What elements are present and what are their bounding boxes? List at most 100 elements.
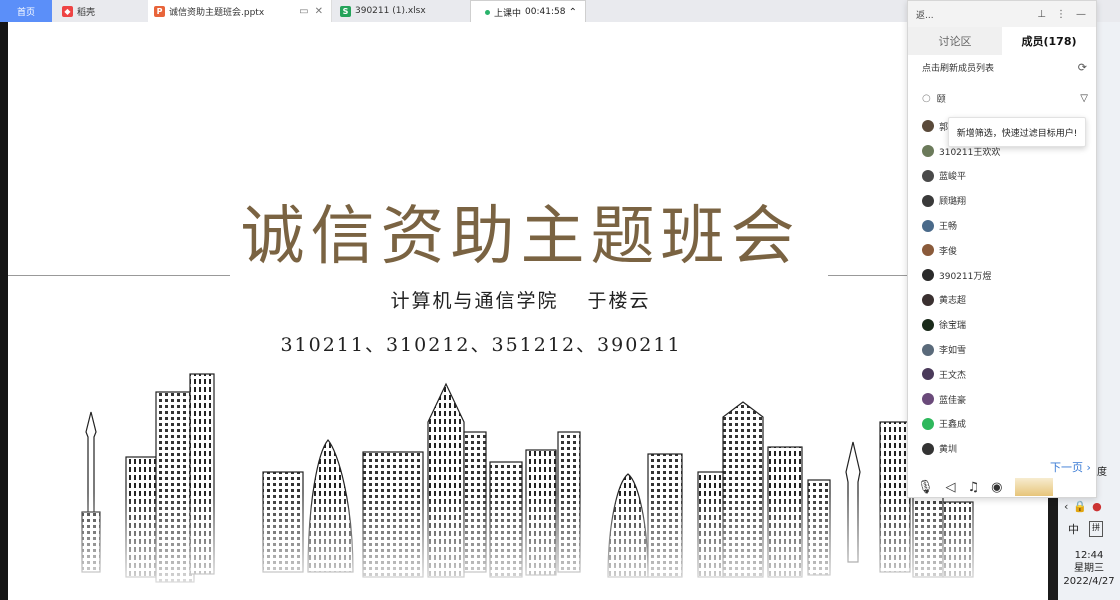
slide: 诚信资助主题班会 计算机与通信学院 于楼云 310211、310212、3512…: [8, 22, 1048, 600]
member-row[interactable]: 徐宝瑞: [922, 312, 1088, 337]
chevron-up-icon[interactable]: ⌃: [569, 7, 577, 18]
member-row[interactable]: 李俊: [922, 238, 1088, 263]
back-button[interactable]: 返...: [916, 8, 934, 21]
slide-classes: 310211、310212、351212、390211: [280, 334, 682, 356]
avatar: [922, 442, 934, 455]
tab-daoke[interactable]: ◆ 稻壳: [56, 0, 146, 22]
member-row[interactable]: 顾璐翔: [922, 188, 1088, 213]
system-clock[interactable]: 12:44 星期三 2022/4/27: [1058, 549, 1120, 588]
member-name: 黄圳: [939, 445, 958, 456]
avatar: [922, 318, 934, 331]
daoke-icon: ◆: [62, 5, 73, 17]
member-name: 徐宝瑞: [939, 321, 967, 332]
avatar: [922, 244, 934, 257]
monitor-icon[interactable]: ▭: [299, 6, 308, 17]
class-timer: 00:41:58: [525, 7, 566, 17]
member-name: 李俊: [939, 246, 958, 257]
next-page-link[interactable]: 下一页 ›: [1050, 459, 1091, 475]
member-name: 黄志超: [939, 296, 967, 307]
more-icon[interactable]: ⋮: [1056, 9, 1066, 20]
avatar: [922, 219, 934, 232]
member-row[interactable]: 李如雪: [922, 337, 1088, 362]
city-skyline-illustration: [8, 362, 1048, 600]
input-method[interactable]: 中 拼: [1068, 521, 1103, 537]
member-row[interactable]: 王文杰: [922, 362, 1088, 387]
avatar: [922, 343, 934, 356]
member-name: 李如雪: [939, 346, 967, 357]
member-row[interactable]: 王鑫成: [922, 412, 1088, 437]
tab-pptx-label: 诚信资助主题班会.pptx: [169, 7, 265, 18]
lock-icon[interactable]: 🔒: [1073, 500, 1087, 513]
left-edge: [0, 22, 8, 600]
speaker-icon[interactable]: ◁: [946, 480, 956, 495]
member-name: 王文杰: [939, 370, 967, 381]
tab-pptx[interactable]: P 诚信资助主题班会.pptx ▭ ✕: [148, 0, 332, 22]
ime-keyboard-icon[interactable]: 拼: [1089, 521, 1103, 537]
clock-time: 12:44: [1074, 550, 1104, 561]
refresh-row[interactable]: 点击刷新成员列表 ⟳: [922, 57, 1087, 77]
tab-xlsx[interactable]: S 390211 (1).xlsx: [334, 0, 474, 22]
member-row[interactable]: 蓝峻平: [922, 164, 1088, 189]
filter-tooltip: 新增筛选，快速过滤目标用户!: [948, 117, 1086, 147]
member-name: 王畅: [939, 222, 958, 233]
pin-icon[interactable]: ⊥: [1037, 9, 1046, 20]
avatar: [922, 417, 934, 430]
panel-titlebar: 返... ⊥ ⋮ —: [908, 1, 1096, 27]
member-name: 王鑫成: [939, 420, 967, 431]
music-icon[interactable]: ♫: [968, 480, 980, 495]
minimize-icon[interactable]: —: [1076, 9, 1086, 20]
member-name: 蓝峻平: [939, 172, 967, 183]
slide-title: 诚信资助主题班会: [240, 200, 801, 274]
class-status-label: 上课中: [494, 8, 522, 19]
member-row[interactable]: 黄圳: [922, 436, 1088, 461]
system-tray: ‹ 🔒 ●: [1064, 500, 1102, 513]
search-input[interactable]: 颐: [937, 92, 946, 105]
tab-discussion[interactable]: 讨论区: [908, 27, 1002, 55]
chevron-left-icon[interactable]: ‹: [1064, 500, 1068, 513]
filter-icon[interactable]: ▽: [1080, 93, 1088, 104]
avatar: [922, 194, 934, 207]
refresh-icon[interactable]: ⟳: [1078, 61, 1087, 74]
tab-xlsx-label: 390211 (1).xlsx: [355, 6, 426, 16]
avatar: [922, 293, 934, 306]
tab-daoke-label: 稻壳: [77, 7, 96, 18]
avatar: [922, 269, 934, 282]
avatar: [922, 169, 934, 182]
slide-subtitle: 计算机与通信学院 于楼云: [390, 290, 651, 312]
member-name: 蓝佳豪: [939, 395, 967, 406]
close-tab-icon[interactable]: ✕: [315, 6, 323, 17]
microphone-icon[interactable]: 🎙: [917, 480, 934, 495]
media-controls: 🎙 ◁ ♫ ◉: [917, 478, 1053, 496]
refresh-label: 点击刷新成员列表: [922, 63, 995, 74]
member-row[interactable]: 蓝佳豪: [922, 387, 1088, 412]
ime-language[interactable]: 中: [1068, 521, 1079, 537]
clock-date: 2022/4/27: [1063, 576, 1115, 587]
member-row[interactable]: 王畅: [922, 213, 1088, 238]
avatar: [922, 393, 934, 406]
tab-home-label: 首页: [16, 7, 35, 18]
panel-tabs: 讨论区 成员(178): [908, 27, 1096, 55]
next-page-label: 下一页: [1050, 461, 1083, 474]
tab-members[interactable]: 成员(178): [1002, 27, 1096, 55]
member-name: 顾璐翔: [939, 197, 967, 208]
members-panel: 返... ⊥ ⋮ — 讨论区 成员(178) 点击刷新成员列表 ⟳ ○ 颐 ▽ …: [907, 0, 1097, 498]
member-name: 390211万煜: [939, 271, 992, 282]
ppt-file-icon: P: [154, 5, 165, 17]
member-list: 郭 310211王欢欢 蓝峻平 顾璐翔 王畅 李俊 390211万煜 黄志超 徐宝瑞 李如雪 王文杰…: [922, 114, 1088, 461]
member-row[interactable]: 390211万煜: [922, 263, 1088, 288]
tab-home[interactable]: 首页: [0, 0, 52, 22]
clock-weekday: 星期三: [1074, 563, 1104, 574]
clipped-text: 度: [1097, 467, 1107, 478]
avatar: [922, 368, 934, 381]
xlsx-file-icon: S: [340, 5, 351, 17]
qq-icon[interactable]: ●: [1092, 500, 1102, 513]
avatar: [922, 120, 934, 133]
member-row[interactable]: 黄志超: [922, 288, 1088, 313]
avatar: [922, 145, 934, 158]
member-name: 郭: [939, 122, 949, 133]
camera-icon[interactable]: ◉: [991, 480, 1002, 495]
live-dot-icon: [485, 9, 490, 15]
audio-wave-icon: [1014, 478, 1053, 496]
member-search[interactable]: ○ 颐 ▽: [922, 89, 1088, 107]
class-status-bar[interactable]: 上课中 00:41:58 ⌃: [470, 0, 586, 24]
